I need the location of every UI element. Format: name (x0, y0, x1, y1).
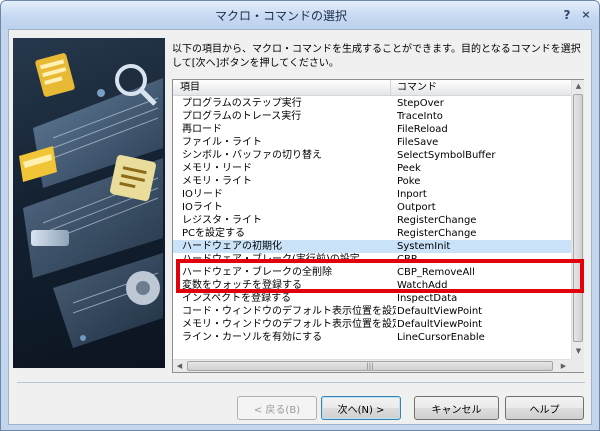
list-item[interactable]: ハードウェア・ブレークの全削除 CBP_RemoveAll (173, 266, 571, 279)
list-item[interactable]: シンボル・バッファの切り替え SelectSymbolBuffer (173, 149, 571, 162)
scroll-up-icon[interactable]: ▲ (572, 80, 585, 93)
dialog-client-area: 以下の項目から、マクロ・コマンドを生成することができます。目的となるコマンドを選… (8, 29, 592, 425)
help-button[interactable]: ヘルプ (505, 396, 584, 420)
list-item-command: Outport (397, 202, 436, 213)
list-item-name: メモリ・ライト (182, 176, 252, 187)
back-button[interactable]: < 戻る(B) (237, 396, 317, 420)
scroll-left-icon[interactable]: ◀ (173, 360, 186, 373)
next-button[interactable]: 次へ(N) > (321, 396, 401, 420)
list-header: 項目 コマンド (173, 80, 571, 96)
column-header-item[interactable]: 項目 (173, 80, 391, 96)
list-item-command: CBP (397, 254, 417, 265)
list-item-name: ライン・カーソルを有効にする (182, 332, 323, 343)
vertical-scroll-thumb[interactable] (573, 94, 583, 342)
list-item-name: ハードウェア・ブレークの全削除 (182, 267, 332, 278)
list-item[interactable]: インスペクトを登録する InspectData (173, 292, 571, 305)
list-item[interactable]: コード・ウィンドウのデフォルト表示位置を設定するDefaultViewPoint (173, 305, 571, 318)
wizard-artwork-icon (19, 53, 163, 348)
list-item[interactable]: プログラムのステップ実行 StepOver (173, 97, 571, 110)
column-header-command[interactable]: コマンド (391, 80, 571, 96)
list-item[interactable]: IOリード Inport (173, 188, 571, 201)
macro-command-dialog: マクロ・コマンドの選択 ? × 以下の項目から、マクロ・コマンドを生成することが… (0, 0, 600, 431)
list-item[interactable]: ライン・カーソルを有効にする LineCursorEnable (173, 331, 571, 344)
title-bar: マクロ・コマンドの選択 ? × (1, 1, 599, 29)
list-item-name: 再ロード (182, 124, 222, 135)
list-item-name: 変数をウォッチを登録する (182, 280, 302, 291)
scrollbar-corner (571, 359, 584, 372)
list-item-name: PCを設定する (182, 228, 246, 239)
list-item-command: RegisterChange (397, 215, 477, 226)
separator (17, 382, 585, 383)
list-item-command: Peek (397, 163, 421, 174)
horizontal-scroll-thumb[interactable]: ||| (187, 361, 553, 371)
dialog-title: マクロ・コマンドの選択 (214, 9, 347, 23)
list-rows: プログラムのステップ実行 StepOver プログラムのトレース実行 TraceInt… (173, 97, 571, 344)
list-item-name: インスペクトを登録する (182, 293, 292, 304)
scroll-right-icon[interactable]: ▶ (557, 360, 570, 373)
list-item[interactable]: レジスタ・ライト RegisterChange (173, 214, 571, 227)
list-item-command: SelectSymbolBuffer (397, 150, 496, 161)
cancel-button[interactable]: キャンセル (414, 396, 499, 420)
list-item-name: IOライト (182, 202, 223, 213)
list-item-name: ハードウェア・ブレーク(実行前)の設定 (182, 254, 360, 265)
list-item-command: InspectData (397, 293, 458, 304)
vertical-scrollbar[interactable]: ▲ ▼ (571, 80, 584, 359)
list-item[interactable]: ハードウェア・ブレーク(実行前)の設定 CBP (173, 253, 571, 266)
list-item-name: レジスタ・ライト (182, 215, 262, 226)
help-icon[interactable]: ? (558, 6, 576, 24)
list-item-command: LineCursorEnable (397, 332, 485, 343)
list-item-name: IOリード (182, 189, 223, 200)
wizard-illustration (13, 38, 165, 368)
list-item[interactable]: メモリ・ウィンドウのデフォルト表示位置を設定するDefaultViewPoint (173, 318, 571, 331)
list-item-name: ファイル・ライト (182, 137, 262, 148)
list-item-command: SystemInit (397, 241, 451, 252)
scroll-down-icon[interactable]: ▼ (572, 345, 585, 358)
list-item-command: StepOver (397, 98, 444, 109)
list-item[interactable]: 再ロード FileReload (173, 123, 571, 136)
list-item-name: メモリ・リード (182, 163, 252, 174)
list-item-name: コード・ウィンドウのデフォルト表示位置を設定する (182, 306, 396, 317)
list-item-command: DefaultViewPoint (397, 306, 483, 317)
list-item[interactable]: メモリ・ライト Poke (173, 175, 571, 188)
list-item-command: WatchAdd (397, 280, 448, 291)
list-item[interactable]: プログラムのトレース実行 TraceInto (173, 110, 571, 123)
list-item-name: メモリ・ウィンドウのデフォルト表示位置を設定する (182, 319, 396, 330)
list-item-name: プログラムのトレース実行 (182, 111, 302, 122)
list-item[interactable]: PCを設定する RegisterChange (173, 227, 571, 240)
list-item-command: Poke (397, 176, 421, 187)
list-item[interactable]: メモリ・リード Peek (173, 162, 571, 175)
list-item-command: FileSave (397, 137, 439, 148)
list-item-name: プログラムのステップ実行 (182, 98, 302, 109)
list-item-command: CBP_RemoveAll (397, 267, 475, 278)
list-item[interactable]: ハードウェアの初期化 SystemInit (173, 240, 571, 253)
list-item-command: TraceInto (397, 111, 443, 122)
command-list[interactable]: 項目 コマンド プログラムのステップ実行 StepOver プログラムのトレース実行… (172, 79, 584, 373)
list-item-name: ハードウェアの初期化 (182, 241, 282, 252)
list-item[interactable]: IOライト Outport (173, 201, 571, 214)
list-item-command: Inport (397, 189, 427, 200)
list-item-command: DefaultViewPoint (397, 319, 483, 330)
close-icon[interactable]: × (577, 6, 595, 24)
instruction-text: 以下の項目から、マクロ・コマンドを生成することができます。目的となるコマンドを選… (172, 44, 581, 69)
list-item-command: FileReload (397, 124, 448, 135)
list-item[interactable]: ファイル・ライト FileSave (173, 136, 571, 149)
list-item-command: RegisterChange (397, 228, 477, 239)
horizontal-scrollbar[interactable]: ◀ ||| ▶ (173, 359, 571, 372)
list-item-name: シンボル・バッファの切り替え (182, 150, 322, 161)
list-item[interactable]: 変数をウォッチを登録する WatchAdd (173, 279, 571, 292)
